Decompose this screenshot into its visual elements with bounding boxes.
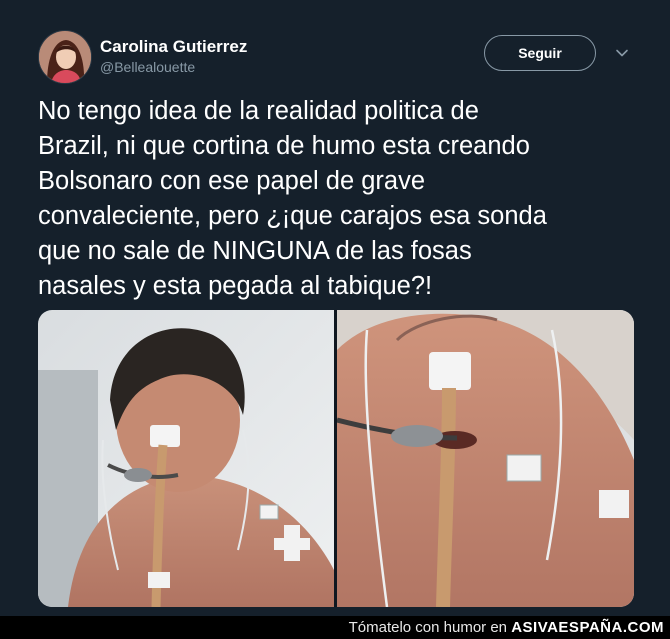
author-avatar[interactable]	[38, 30, 92, 84]
media-grid	[38, 310, 634, 607]
tweet-text-line: No tengo idea de la realidad politica de	[38, 97, 479, 125]
photo-left[interactable]	[38, 310, 334, 607]
tweet-card: Carolina Gutierrez @Bellealouette Seguir…	[0, 0, 670, 625]
tweet-text-line: Brazil, ni que cortina de humo esta crea…	[38, 132, 530, 160]
tweet-text-line: que no sale de NINGUNA de las fosas	[38, 237, 472, 265]
tweet-text-line: nasales y esta pegada al tabique?!	[38, 272, 433, 300]
footer-banner: Tómatelo con humor en ASIVAESPAÑA.COM	[0, 616, 670, 639]
tweet-text: No tengo idea de la realidad politica de…	[38, 94, 648, 304]
follow-button[interactable]: Seguir	[484, 35, 596, 71]
author-handle[interactable]: @Bellealouette	[100, 59, 195, 75]
tweet-text-line: convaleciente, pero ¿¡que carajos esa so…	[38, 202, 547, 230]
avatar-photo-icon	[39, 31, 91, 83]
photo-patient-right-icon	[337, 310, 634, 607]
chevron-down-icon[interactable]	[613, 44, 631, 62]
photo-right[interactable]	[337, 310, 634, 607]
photo-patient-left-icon	[38, 310, 334, 607]
footer-tagline: Tómatelo con humor en	[348, 619, 508, 636]
tweet-text-line: Bolsonaro con ese papel de grave	[38, 167, 426, 195]
author-name[interactable]: Carolina Gutierrez	[100, 37, 247, 57]
footer-brand[interactable]: ASIVAESPAÑA.COM	[511, 619, 664, 636]
